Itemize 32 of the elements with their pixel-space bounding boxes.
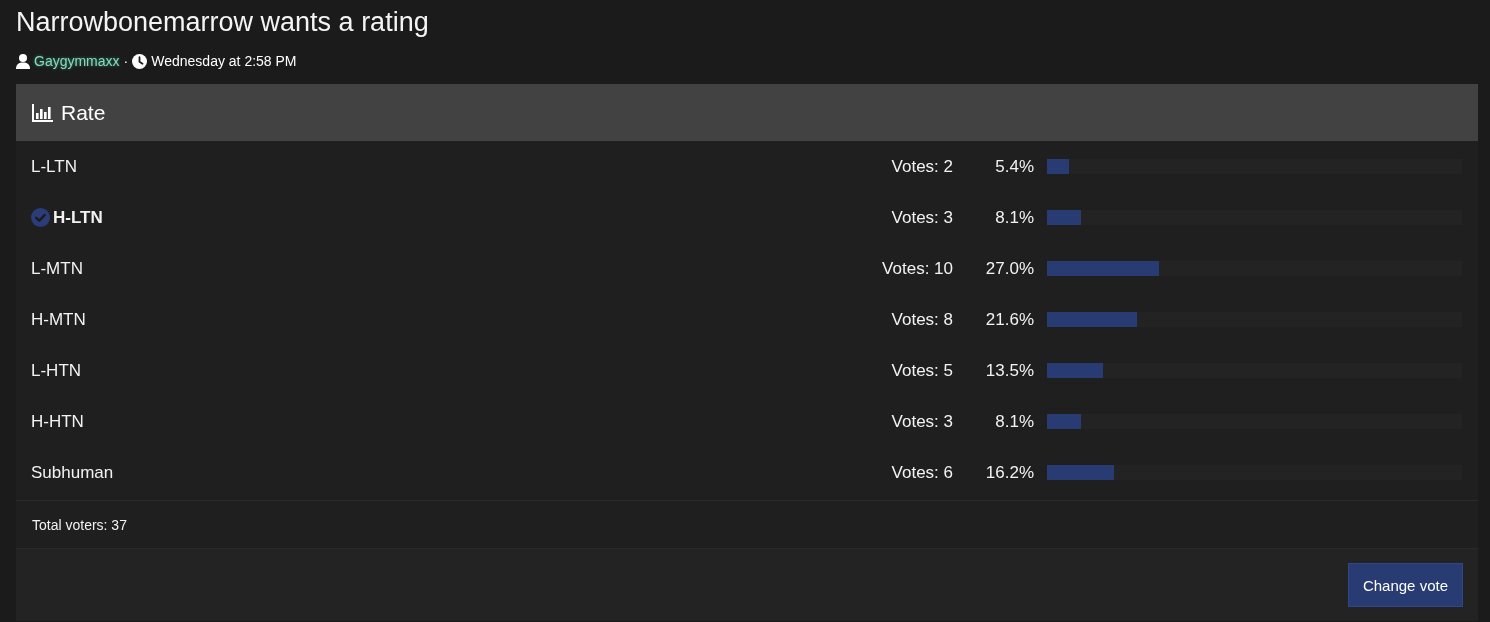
vote-percent: 5.4% (994, 156, 1034, 177)
vote-count: Votes: 3 (890, 411, 953, 432)
user-icon (16, 53, 30, 69)
vote-percent: 8.1% (994, 207, 1034, 228)
clock-icon (132, 53, 148, 69)
vote-count: Votes: 3 (890, 207, 953, 228)
vote-count: Votes: 10 (881, 258, 953, 279)
option-label: L-HTN (31, 360, 82, 381)
vote-count: Votes: 8 (890, 309, 953, 330)
meta-separator: · (123, 53, 129, 69)
option-label: H-MTN (31, 309, 86, 330)
vote-count: Votes: 5 (890, 360, 953, 381)
post-date: Wednesday at 2:58 PM (151, 53, 297, 69)
total-voters: Total voters: 37 (32, 516, 127, 533)
poll-title: Rate (61, 100, 106, 125)
vote-percent: 8.1% (994, 411, 1034, 432)
bar-chart-icon (32, 103, 53, 122)
vote-count: Votes: 2 (890, 156, 953, 177)
author-link[interactable]: Gaygymmaxx (34, 53, 120, 69)
change-vote-button[interactable]: Change vote (1347, 563, 1463, 607)
check-circle-icon (31, 208, 50, 227)
option-label: L-MTN (31, 258, 83, 279)
vote-percent: 16.2% (984, 462, 1034, 483)
vote-count: Votes: 6 (890, 462, 953, 483)
vote-percent: 13.5% (984, 360, 1034, 381)
option-label: Subhuman (31, 462, 114, 483)
vote-percent: 27.0% (984, 258, 1034, 279)
thread-title: Narrowbonemarrow wants a rating (16, 6, 429, 39)
option-label: H-LTN (53, 207, 103, 228)
vote-percent: 21.6% (984, 309, 1034, 330)
option-label: H-HTN (31, 411, 84, 432)
option-label: L-LTN (31, 156, 77, 177)
